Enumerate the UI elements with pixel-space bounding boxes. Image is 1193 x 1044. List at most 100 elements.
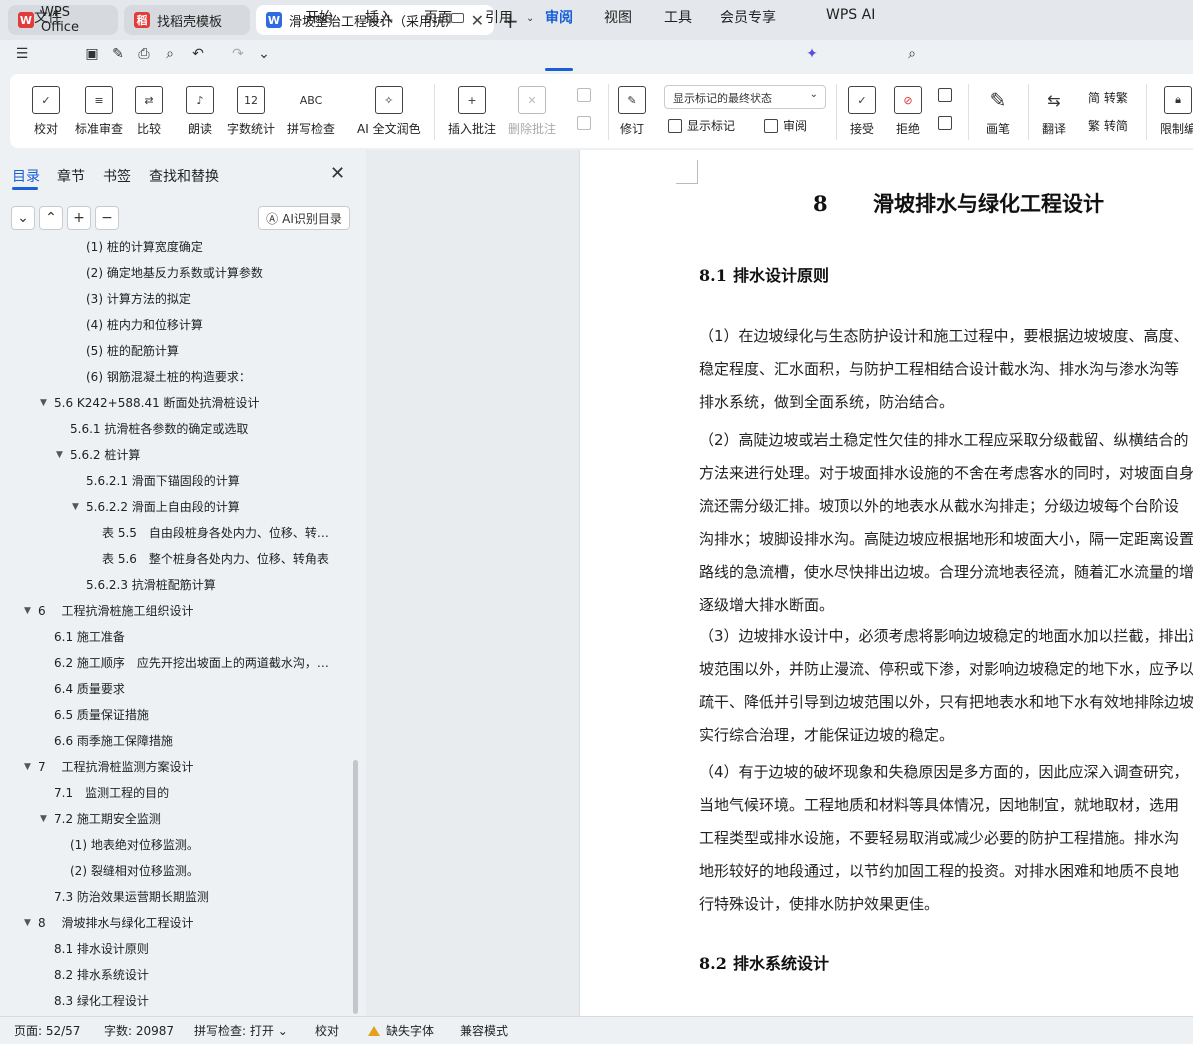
toc-item[interactable]: (3) 计算方法的拟定 — [86, 286, 191, 312]
toc-item[interactable]: 6.4 质量要求 — [54, 676, 125, 702]
brush-icon[interactable]: ✎ — [110, 46, 126, 62]
hamburger-icon[interactable]: ☰ — [14, 46, 30, 62]
more-chevron-icon[interactable]: ⌄ — [256, 46, 272, 62]
tab-wps-office[interactable]: W WPS Office — [8, 5, 118, 35]
undo-icon[interactable]: ↶ — [190, 46, 206, 62]
expand-triangle-icon[interactable]: ▼ — [40, 390, 47, 416]
tab-bookmarks[interactable]: 书签 — [103, 166, 131, 186]
remove-heading-button[interactable]: − — [95, 206, 119, 230]
show-markup-button[interactable]: 显示标记 — [668, 117, 735, 134]
save-icon[interactable]: ▣ — [84, 46, 100, 62]
toc-item[interactable]: 6 工程抗滑桩施工组织设计 — [38, 598, 193, 624]
close-tab-icon[interactable]: ✕ — [471, 11, 484, 30]
menu-references[interactable]: 引用 — [485, 7, 513, 27]
standard-review-button[interactable]: ≡ 标准审查 — [75, 86, 123, 137]
toc-item[interactable]: 8.3 绿化工程设计 — [54, 988, 149, 1014]
toc-item[interactable]: 表 5.5 自由段桩身各处内力、位移、转角表 — [102, 520, 340, 546]
expand-triangle-icon[interactable]: ▼ — [24, 910, 31, 936]
toc-item[interactable]: 5.6.2.3 抗滑桩配筋计算 — [86, 572, 216, 598]
expand-up-button[interactable]: ⌃ — [39, 206, 63, 230]
toc-scrollbar[interactable] — [353, 760, 358, 1014]
compare-button[interactable]: ⇄ 比较 — [135, 86, 163, 137]
ai-proofread-button[interactable]: ✧ AI 全文润色 — [357, 86, 421, 137]
toc-item[interactable]: 7.2 施工期安全监测 — [54, 806, 161, 832]
menu-review[interactable]: 审阅 — [545, 7, 573, 27]
menu-page[interactable]: 页面 — [424, 7, 452, 27]
menu-view[interactable]: 视图 — [604, 7, 632, 27]
toc-item[interactable]: 6.2 施工顺序 应先开挖出坡面上的两道截水沟，然后开挖抗滑桩 — [54, 650, 340, 676]
toc-item[interactable]: (1) 桩的计算宽度确定 — [86, 236, 203, 260]
toc-item[interactable]: 5.6.1 抗滑桩各参数的确定或选取 — [70, 416, 248, 442]
toc-item[interactable]: 6.5 质量保证措施 — [54, 702, 149, 728]
toc-item[interactable]: 6.6 雨季施工保障措施 — [54, 728, 173, 754]
print-preview-icon[interactable]: ⌕ — [162, 46, 178, 62]
toc-item[interactable]: 7.3 防治效果运营期长期监测 — [54, 884, 209, 910]
spell-check-status[interactable]: 拼写检查: 打开 ⌄ — [194, 1022, 288, 1039]
next-change-icon[interactable] — [938, 116, 957, 130]
spell-check-button[interactable]: ABC 拼写检查 — [287, 86, 335, 137]
to-simplified-button[interactable]: 繁 转简 — [1088, 117, 1128, 134]
tab-find-replace[interactable]: 查找和替换 — [149, 166, 219, 186]
toc-item[interactable]: 8.1 排水设计原则 — [54, 936, 149, 962]
read-aloud-button[interactable]: ♪ 朗读 — [186, 86, 214, 137]
expand-triangle-icon[interactable]: ▼ — [24, 598, 31, 624]
menu-file[interactable]: 文件 — [34, 7, 62, 27]
to-traditional-button[interactable]: 简 转繁 — [1088, 89, 1128, 106]
toc-item[interactable]: (6) 钢筋混凝土桩的构造要求： — [86, 364, 251, 390]
page-indicator[interactable]: 页面: 52/57 — [14, 1022, 80, 1039]
menu-home[interactable]: 开始 — [305, 7, 333, 27]
expand-triangle-icon[interactable]: ▼ — [24, 754, 31, 780]
word-count-indicator[interactable]: 字数: 20987 — [104, 1022, 174, 1039]
menu-member[interactable]: 会员专享 — [720, 7, 776, 27]
toc-item[interactable]: 6.1 施工准备 — [54, 624, 125, 650]
toc-item[interactable]: 5.6.2.2 滑面上自由段的计算 — [86, 494, 240, 520]
toc-item[interactable]: 5.6.2.1 滑面下锚固段的计算 — [86, 468, 240, 494]
prev-comment-icon[interactable] — [577, 88, 596, 102]
delete-comment-button[interactable]: ✕ 删除批注 — [508, 86, 556, 137]
collapse-all-button[interactable]: ⌄ — [11, 206, 35, 230]
expand-triangle-icon[interactable]: ▼ — [40, 806, 47, 832]
menu-wps-ai[interactable]: WPS AI — [826, 7, 875, 23]
toc-item[interactable]: (5) 桩的配筋计算 — [86, 338, 179, 364]
prev-change-icon[interactable] — [938, 88, 957, 102]
markup-display-select[interactable]: 显示标记的最终状态 ⌄ — [664, 85, 826, 109]
accept-button[interactable]: ✓ 接受 — [848, 86, 876, 137]
expand-triangle-icon[interactable]: ▼ — [72, 494, 79, 520]
menu-tools[interactable]: 工具 — [664, 7, 692, 27]
chevron-down-icon[interactable]: ⌄ — [526, 13, 534, 24]
toc-item[interactable]: 7 工程抗滑桩监测方案设计 — [38, 754, 193, 780]
window-monitor-icon[interactable] — [451, 13, 464, 23]
menu-insert[interactable]: 插入 — [365, 7, 393, 27]
toc-item[interactable]: (4) 桩内力和位移计算 — [86, 312, 203, 338]
revise-button[interactable]: ✎ 修订 — [618, 86, 646, 137]
toc-item[interactable]: (2) 确定地基反力系数或计算参数 — [86, 260, 263, 286]
expand-triangle-icon[interactable]: ▼ — [56, 442, 63, 468]
restrict-editing-button[interactable]: 🔒︎ 限制编 — [1160, 86, 1193, 137]
translate-button[interactable]: ⇆ 翻译 — [1040, 86, 1068, 137]
toc-item[interactable]: 表 5.6 整个桩身各处内力、位移、转角表 — [102, 546, 329, 572]
tab-docer-templates[interactable]: 稻 找稻壳模板 — [124, 5, 250, 35]
proof-status[interactable]: 校对 — [315, 1022, 339, 1039]
redo-icon[interactable]: ↷ — [230, 46, 246, 62]
print-icon[interactable]: ⎙ — [136, 46, 152, 62]
word-count-button[interactable]: 12 字数统计 — [227, 86, 275, 137]
tab-chapters[interactable]: 章节 — [57, 166, 85, 186]
toc-item[interactable]: (1) 地表绝对位移监测。 — [70, 832, 199, 858]
missing-font-status[interactable]: 缺失字体 — [368, 1022, 434, 1039]
close-panel-icon[interactable]: ✕ — [330, 163, 345, 184]
next-comment-icon[interactable] — [577, 116, 596, 130]
toc-item[interactable]: 5.6.2 桩计算 — [70, 442, 140, 468]
toc-item[interactable]: 5.6 K242+588.41 断面处抗滑桩设计 — [54, 390, 260, 416]
toc-item[interactable]: 8.2 排水系统设计 — [54, 962, 149, 988]
proofread-button[interactable]: ✓ 校对 — [32, 86, 60, 137]
toc-item[interactable]: 8 滑坡排水与绿化工程设计 — [38, 910, 193, 936]
insert-comment-button[interactable]: + 插入批注 — [448, 86, 496, 137]
add-heading-button[interactable]: + — [67, 206, 91, 230]
ai-recognize-toc-button[interactable]: Ⓐ AI识别目录 — [258, 206, 350, 230]
search-icon[interactable]: ⌕ — [904, 46, 920, 62]
tab-toc[interactable]: 目录 — [12, 166, 40, 186]
pen-button[interactable]: ✎ 画笔 — [984, 86, 1012, 137]
reject-button[interactable]: ⊘ 拒绝 — [894, 86, 922, 137]
document-page[interactable]: 8 滑坡排水与绿化工程设计 8.1 排水设计原则 （1）在边坡绿化与生态防护设计和施… — [579, 150, 1193, 1016]
toc-item[interactable]: 7.1 监测工程的目的 — [54, 780, 169, 806]
